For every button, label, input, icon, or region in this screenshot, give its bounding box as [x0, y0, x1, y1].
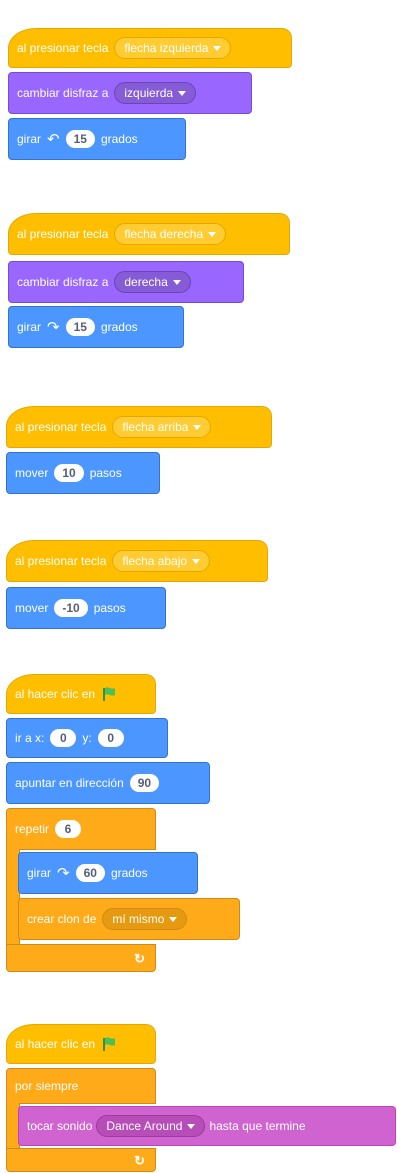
unit-label: grados: [110, 866, 148, 880]
key-dropdown[interactable]: flecha derecha: [114, 223, 227, 245]
when-flag-clicked-hat[interactable]: al hacer clic en: [6, 674, 156, 714]
degrees-input[interactable]: 15: [65, 130, 95, 148]
block-label: mover: [15, 466, 49, 480]
play-sound-until-done-block[interactable]: tocar sonido Dance Around hasta que term…: [18, 1106, 396, 1146]
hat-label: al presionar tecla: [15, 554, 107, 568]
steps-input[interactable]: 10: [54, 464, 84, 482]
chevron-down-icon: [193, 424, 202, 430]
move-steps-block[interactable]: mover -10 pasos: [6, 587, 166, 629]
block-label: mover: [15, 601, 49, 615]
loop-arrow-icon: ↻: [134, 951, 145, 966]
turn-right-block[interactable]: girar ↷ 60 grados: [18, 852, 198, 894]
switch-costume-block[interactable]: cambiar disfraz a izquierda: [8, 72, 252, 114]
block-label: por siempre: [15, 1079, 79, 1093]
hat-label: al presionar tecla: [17, 227, 109, 241]
loop-arrow-icon: ↻: [134, 1153, 145, 1168]
chevron-down-icon: [208, 231, 217, 237]
degrees-input[interactable]: 15: [65, 318, 95, 336]
unit-label: pasos: [93, 601, 126, 615]
y-label: y:: [82, 731, 92, 745]
block-label: cambiar disfraz a: [17, 275, 109, 289]
hat-label: al presionar tecla: [17, 41, 109, 55]
key-dropdown[interactable]: flecha arriba: [112, 416, 212, 438]
block-label: girar: [17, 320, 42, 334]
repeat-block-end: ↻: [6, 944, 156, 972]
block-label: girar: [17, 132, 42, 146]
chevron-down-icon: [172, 279, 181, 285]
degrees-input[interactable]: 60: [75, 864, 105, 882]
when-flag-clicked-hat[interactable]: al hacer clic en: [6, 1024, 156, 1064]
switch-costume-block[interactable]: cambiar disfraz a derecha: [8, 261, 244, 303]
when-key-pressed-hat[interactable]: al presionar tecla flecha arriba: [6, 406, 272, 448]
move-steps-block[interactable]: mover 10 pasos: [6, 452, 160, 494]
chevron-down-icon: [178, 90, 187, 96]
go-to-xy-block[interactable]: ir a x: 0 y: 0: [6, 718, 168, 758]
unit-label: pasos: [89, 466, 122, 480]
unit-label: grados: [100, 132, 138, 146]
block-label: girar: [27, 866, 52, 880]
point-direction-block[interactable]: apuntar en dirección 90: [6, 762, 210, 804]
turn-right-block[interactable]: girar ↷ 15 grados: [8, 306, 184, 348]
x-input[interactable]: 0: [50, 729, 77, 747]
create-clone-block[interactable]: crear clon de mí mismo: [18, 898, 240, 940]
forever-block-end: ↻: [6, 1148, 156, 1172]
when-key-pressed-hat[interactable]: al presionar tecla flecha izquierda: [8, 28, 292, 68]
direction-input[interactable]: 90: [129, 774, 160, 792]
repeat-block[interactable]: repetir 6: [6, 808, 156, 850]
key-dropdown[interactable]: flecha izquierda: [114, 37, 232, 59]
rotate-right-icon: ↷: [57, 865, 70, 882]
chevron-down-icon: [169, 916, 178, 922]
green-flag-icon: [103, 1037, 116, 1051]
block-suffix: hasta que termine: [209, 1119, 306, 1133]
chevron-down-icon: [187, 1123, 196, 1129]
key-dropdown[interactable]: flecha abajo: [112, 550, 211, 572]
block-label: repetir: [15, 822, 50, 836]
block-label: tocar sonido: [27, 1119, 93, 1133]
clone-target-dropdown[interactable]: mí mismo: [102, 908, 188, 930]
hat-label: al hacer clic en: [15, 1037, 96, 1051]
repeat-count-input[interactable]: 6: [55, 820, 82, 838]
when-key-pressed-hat[interactable]: al presionar tecla flecha derecha: [8, 213, 290, 255]
unit-label: grados: [100, 320, 138, 334]
costume-dropdown[interactable]: izquierda: [114, 82, 197, 104]
sound-dropdown[interactable]: Dance Around: [96, 1115, 206, 1137]
steps-input[interactable]: -10: [54, 599, 88, 617]
chevron-down-icon: [213, 45, 222, 51]
hat-label: al hacer clic en: [15, 687, 96, 701]
chevron-down-icon: [192, 558, 201, 564]
block-label: apuntar en dirección: [15, 776, 124, 790]
rotate-left-icon: ↶: [47, 131, 60, 148]
block-label: crear clon de: [27, 912, 97, 926]
forever-block[interactable]: por siempre: [6, 1068, 156, 1104]
rotate-right-icon: ↷: [47, 319, 60, 336]
hat-label: al presionar tecla: [15, 420, 107, 434]
green-flag-icon: [103, 687, 116, 701]
turn-left-block[interactable]: girar ↶ 15 grados: [8, 118, 186, 160]
when-key-pressed-hat[interactable]: al presionar tecla flecha abajo: [6, 540, 268, 582]
block-label: cambiar disfraz a: [17, 86, 109, 100]
costume-dropdown[interactable]: derecha: [114, 271, 191, 293]
y-input[interactable]: 0: [97, 729, 124, 747]
block-label: ir a x:: [15, 731, 45, 745]
